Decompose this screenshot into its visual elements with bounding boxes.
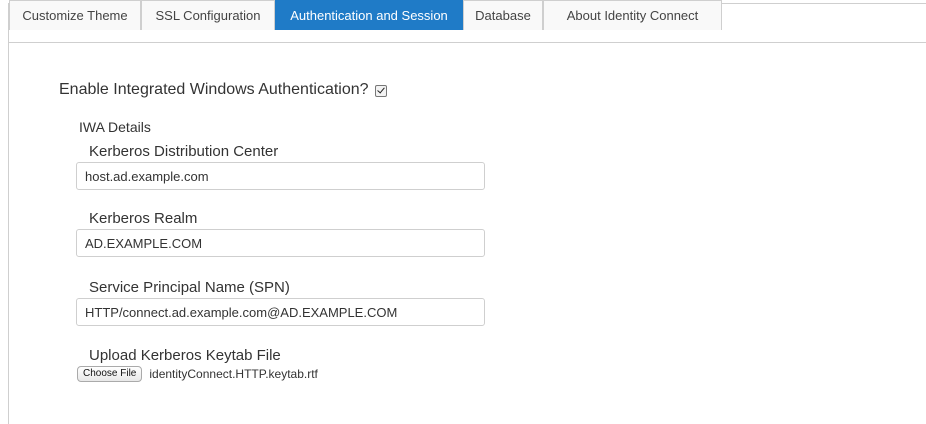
tab-database[interactable]: Database — [463, 0, 543, 30]
kdc-label: Kerberos Distribution Center — [89, 143, 279, 160]
iwa-details-title: IWA Details — [79, 119, 151, 135]
keytab-file-name: identityConnect.HTTP.keytab.rtf — [149, 367, 318, 381]
tab-authentication-and-session[interactable]: Authentication and Session — [275, 0, 463, 30]
kdc-input[interactable] — [76, 162, 485, 190]
spn-label: Service Principal Name (SPN) — [89, 279, 290, 296]
choose-file-button[interactable]: Choose File — [77, 366, 143, 382]
keytab-label: Upload Kerberos Keytab File — [89, 347, 281, 364]
tab-about-identity-connect[interactable]: About Identity Connect — [543, 0, 722, 30]
enable-iwa-row: Enable Integrated Windows Authentication… — [59, 81, 387, 99]
tab-ssl-configuration[interactable]: SSL Configuration — [141, 0, 275, 30]
realm-label: Kerberos Realm — [89, 210, 198, 227]
spn-input[interactable] — [76, 298, 485, 326]
enable-iwa-label: Enable Integrated Windows Authentication… — [59, 81, 369, 98]
enable-iwa-checkbox[interactable] — [374, 85, 387, 97]
keytab-file-row: Choose File identityConnect.HTTP.keytab.… — [77, 366, 318, 382]
realm-input[interactable] — [76, 229, 485, 257]
tab-customize-theme[interactable]: Customize Theme — [9, 0, 141, 30]
